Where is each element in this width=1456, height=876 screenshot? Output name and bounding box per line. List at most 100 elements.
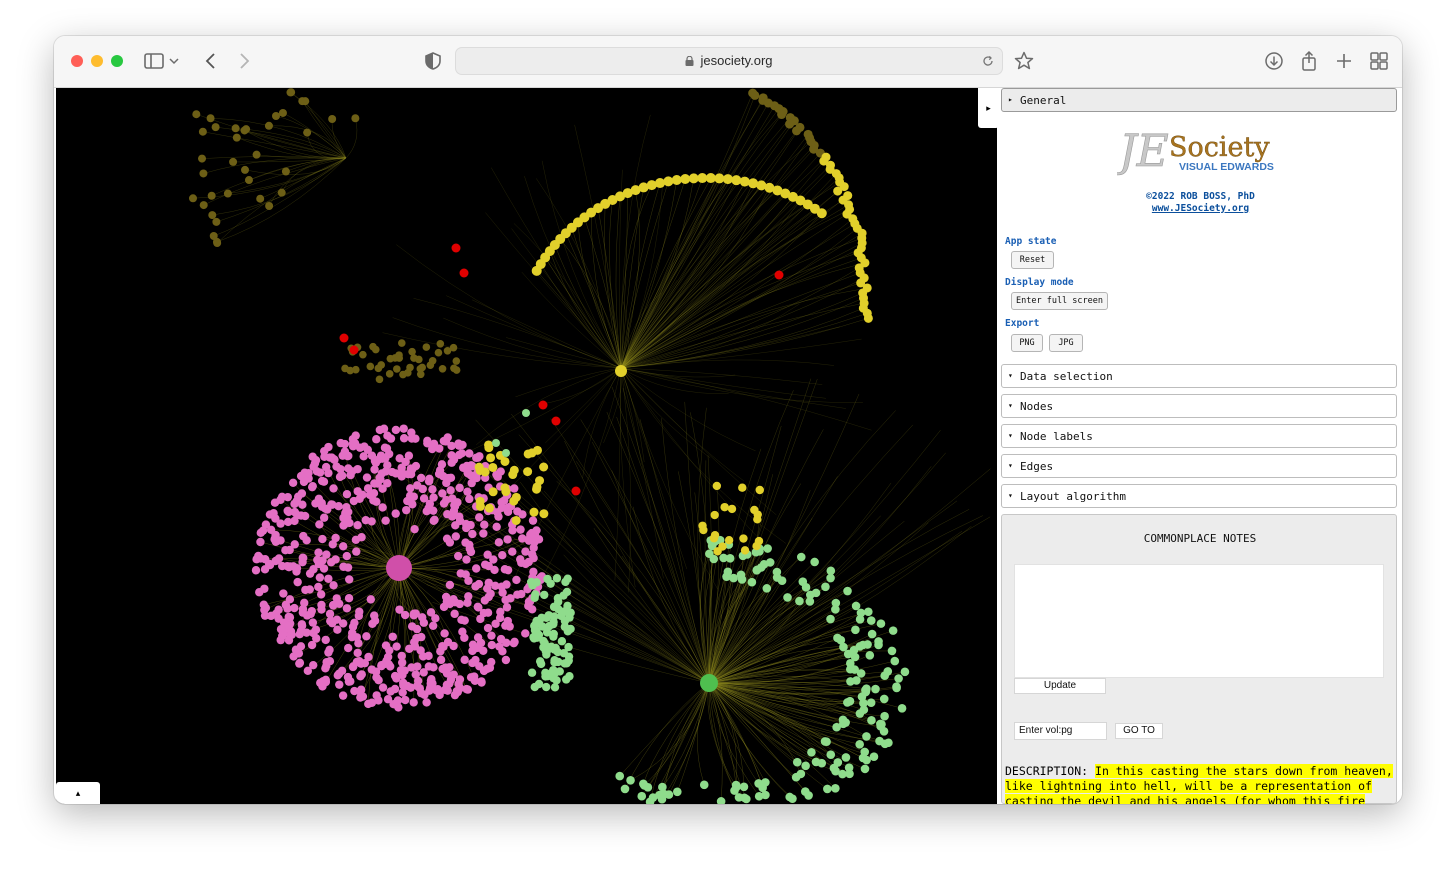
graph-node[interactable] <box>317 476 327 486</box>
star-icon[interactable] <box>1012 49 1036 73</box>
graph-node[interactable] <box>807 748 816 757</box>
graph-node[interactable] <box>285 545 294 555</box>
graph-node[interactable] <box>312 467 322 476</box>
back-icon[interactable] <box>199 49 223 73</box>
shield-icon[interactable] <box>421 49 445 73</box>
graph-node[interactable] <box>699 525 708 535</box>
graph-node[interactable] <box>311 499 320 508</box>
graph-node[interactable] <box>710 510 719 520</box>
graph-node[interactable] <box>557 637 567 646</box>
graph-node[interactable] <box>466 520 475 530</box>
graph-node[interactable] <box>529 633 538 642</box>
graph-node[interactable] <box>503 535 512 544</box>
graph-node[interactable] <box>822 737 831 747</box>
graph-node[interactable] <box>810 557 819 567</box>
graph-node[interactable] <box>385 370 394 378</box>
graph-node[interactable] <box>347 632 357 642</box>
graph-node[interactable] <box>304 468 313 478</box>
folder-nodes[interactable]: ▾ Nodes <box>1001 394 1397 418</box>
graph-node[interactable] <box>500 483 510 493</box>
graph-node[interactable] <box>626 775 635 785</box>
graph-node[interactable] <box>340 447 350 456</box>
graph-node[interactable] <box>736 570 746 580</box>
graph-node[interactable] <box>500 565 510 574</box>
graph-node[interactable] <box>451 521 460 530</box>
graph-node[interactable] <box>851 625 860 635</box>
graph-node[interactable] <box>322 550 331 559</box>
graph-node[interactable] <box>327 453 336 462</box>
graph-node[interactable] <box>823 784 832 794</box>
graph-node[interactable] <box>431 614 440 623</box>
graph-node[interactable] <box>405 644 414 653</box>
graph-node[interactable] <box>357 670 366 679</box>
graph-node[interactable] <box>484 503 494 513</box>
graph-node[interactable] <box>552 574 562 583</box>
graph-node[interactable] <box>355 607 364 616</box>
share-icon[interactable] <box>1297 49 1321 73</box>
graph-node[interactable] <box>564 656 573 665</box>
graph-node[interactable] <box>303 128 312 137</box>
graph-node[interactable] <box>831 783 840 793</box>
graph-node[interactable] <box>362 473 372 482</box>
graph-node[interactable] <box>344 643 353 653</box>
graph-node[interactable] <box>284 612 293 622</box>
graph-node[interactable] <box>367 665 377 674</box>
graph-node[interactable] <box>340 520 349 529</box>
graph-node[interactable] <box>443 686 452 695</box>
notes-textarea[interactable] <box>1014 564 1384 678</box>
graph-node[interactable] <box>709 534 719 543</box>
close-window-button[interactable] <box>71 55 83 67</box>
graph-node[interactable] <box>351 114 360 123</box>
graph-node[interactable] <box>409 698 418 707</box>
graph-node[interactable] <box>550 658 559 667</box>
graph-node[interactable] <box>445 580 455 590</box>
graph-node[interactable] <box>398 339 406 347</box>
graph-node[interactable] <box>785 792 794 802</box>
graph-node[interactable] <box>463 685 473 694</box>
graph-node[interactable] <box>894 674 903 683</box>
graph-node[interactable] <box>833 186 843 196</box>
graph-node[interactable] <box>639 779 648 789</box>
graph-node[interactable] <box>466 547 476 557</box>
graph-node[interactable] <box>880 711 889 721</box>
graph-node[interactable] <box>483 608 493 617</box>
graph-node[interactable] <box>486 657 496 667</box>
graph-node[interactable] <box>722 174 733 185</box>
graph-node[interactable] <box>615 771 625 781</box>
graph-node[interactable] <box>826 614 835 624</box>
graph-node[interactable] <box>777 110 787 120</box>
graph-node[interactable] <box>723 567 733 577</box>
graph-node[interactable] <box>264 121 273 130</box>
graph-node[interactable] <box>483 550 492 559</box>
graph-node[interactable] <box>869 752 879 762</box>
graph-node[interactable] <box>537 613 546 623</box>
graph-node[interactable] <box>419 494 429 503</box>
graph-node[interactable] <box>539 636 548 646</box>
graph-node[interactable] <box>528 516 538 525</box>
graph-node[interactable] <box>492 522 501 531</box>
graph-node[interactable] <box>293 492 303 501</box>
graph-node[interactable] <box>391 425 401 435</box>
graph-node[interactable] <box>415 355 423 364</box>
graph-node[interactable] <box>386 434 396 443</box>
graph-node[interactable] <box>367 517 376 526</box>
graph-node[interactable] <box>449 595 458 604</box>
graph-node[interactable] <box>350 618 359 628</box>
graph-node[interactable] <box>524 601 533 611</box>
graph-node[interactable] <box>565 672 574 681</box>
graph-node[interactable] <box>774 270 784 280</box>
folder-edges[interactable]: ▾ Edges <box>1001 454 1397 478</box>
graph-node[interactable] <box>254 551 263 561</box>
graph-node[interactable] <box>855 642 865 651</box>
graph-node[interactable] <box>753 515 762 524</box>
graph-node[interactable] <box>278 108 287 117</box>
graph-node[interactable] <box>390 671 400 681</box>
graph-node[interactable] <box>454 551 463 561</box>
graph-node[interactable] <box>417 632 426 642</box>
reload-icon[interactable] <box>981 54 995 68</box>
graph-node[interactable] <box>413 676 423 686</box>
graph-node[interactable] <box>378 503 387 512</box>
graph-node[interactable] <box>462 555 471 564</box>
graph-node[interactable] <box>663 176 674 187</box>
graph-node[interactable] <box>451 532 461 541</box>
